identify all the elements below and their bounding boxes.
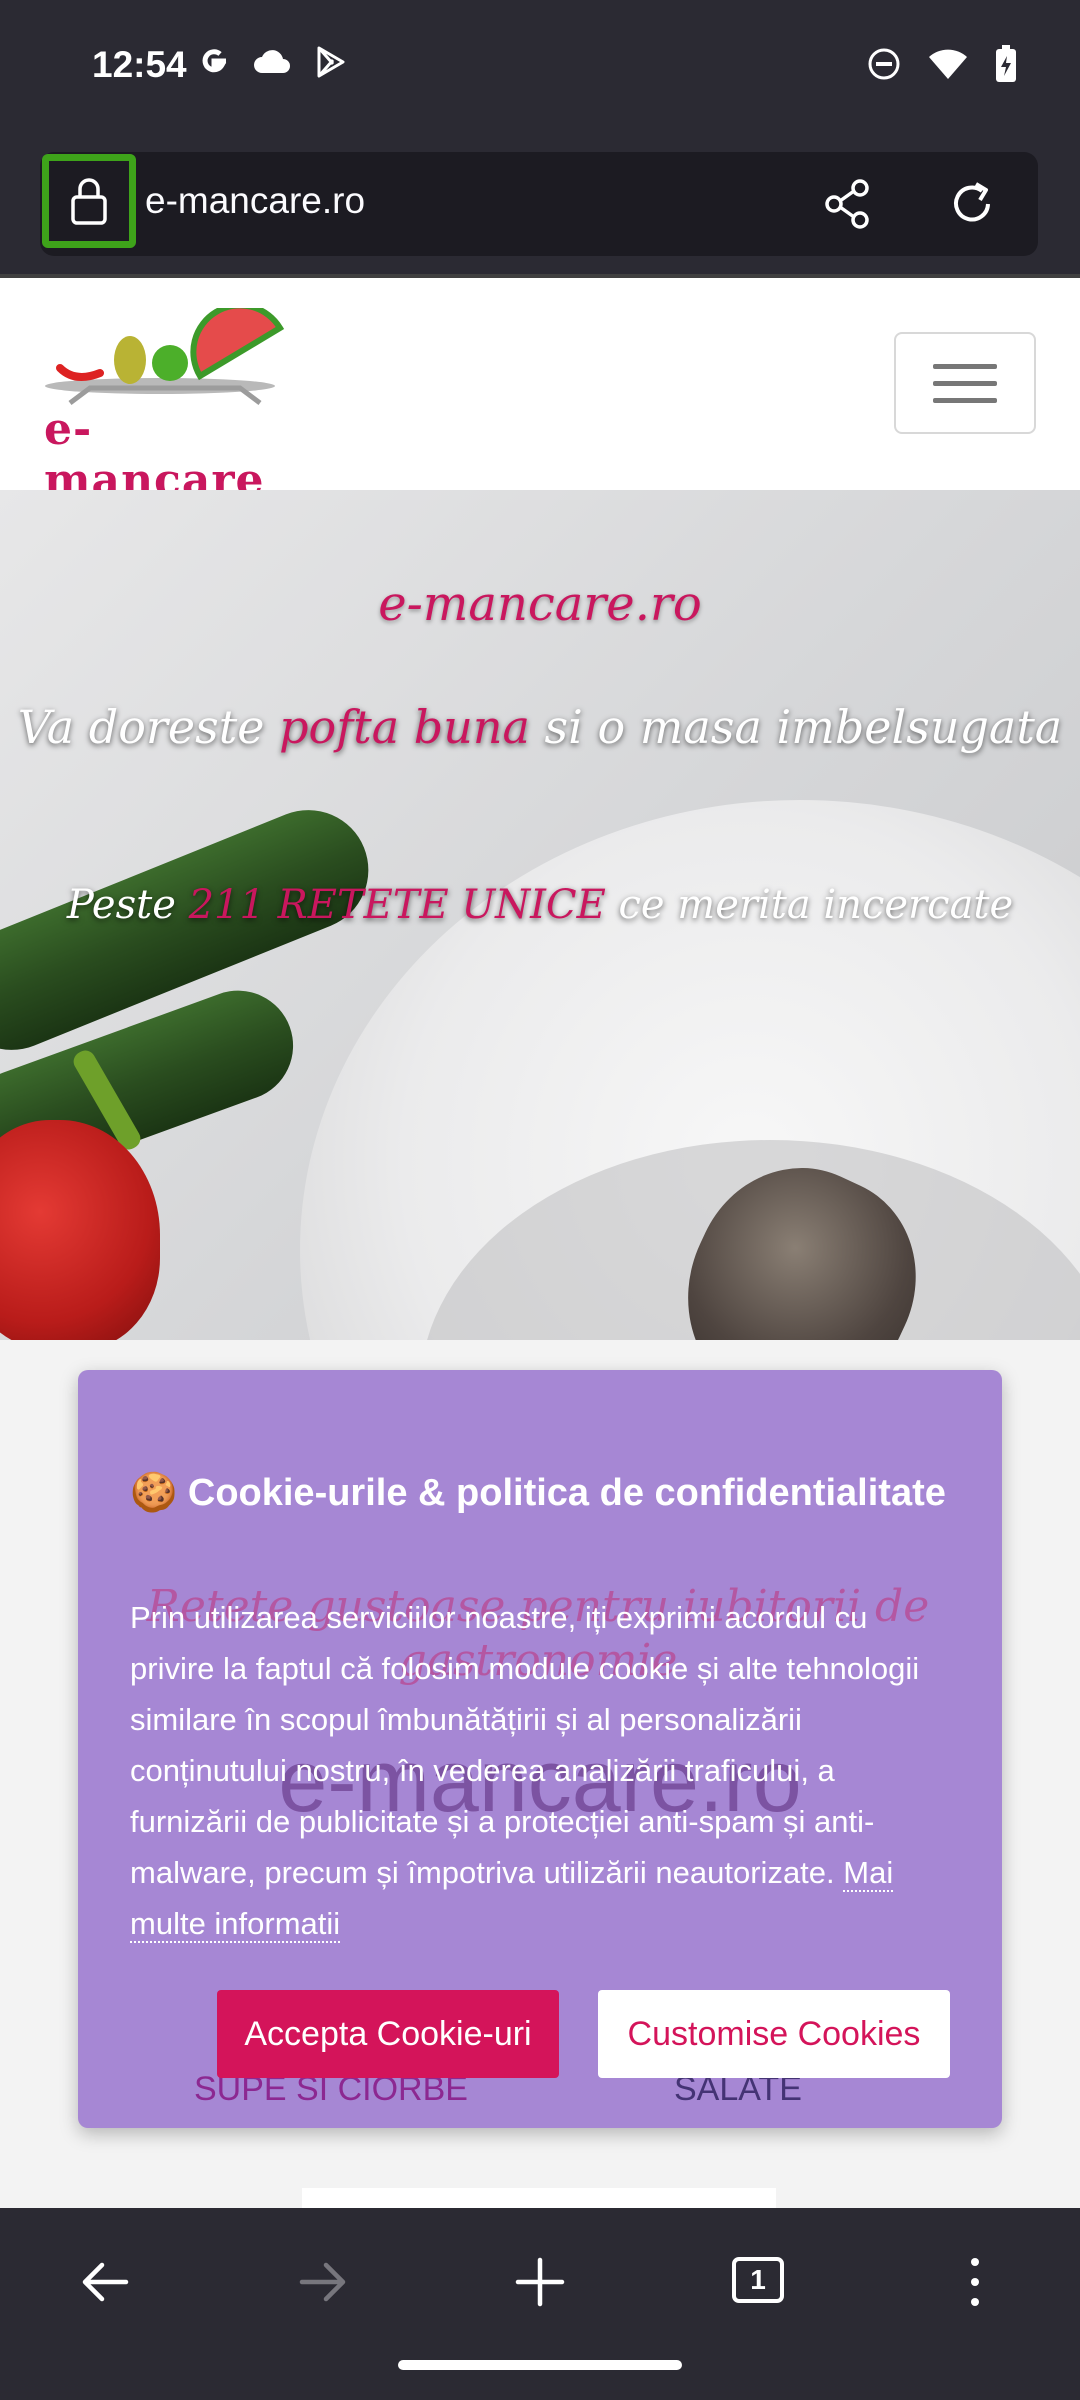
status-bar: 12:54 — [0, 0, 1080, 140]
hero-tagline-text: Va doreste — [17, 700, 280, 754]
hero-recipe-count: Peste 211 RETETE UNICE ce merita incerca… — [0, 882, 1080, 928]
pepper-image — [0, 1120, 160, 1340]
wifi-icon — [929, 49, 967, 79]
customise-cookies-button[interactable]: Customise Cookies — [598, 1990, 950, 2078]
browser-bottom-toolbar: 1 — [0, 2208, 1080, 2400]
more-icon[interactable] — [960, 2252, 990, 2312]
back-icon[interactable] — [78, 2252, 132, 2312]
forward-icon[interactable] — [296, 2252, 350, 2312]
url-text[interactable]: e-mancare.ro — [145, 180, 365, 222]
hero-tagline-accent: pofta buna — [279, 700, 530, 754]
status-time: 12:54 — [92, 44, 187, 85]
accept-cookies-button[interactable]: Accepta Cookie-uri — [217, 1990, 559, 2078]
new-tab-icon[interactable] — [512, 2252, 568, 2312]
cookie-body-text: Prin utilizarea serviciilor noastre, iți… — [130, 1600, 920, 1890]
cookie-consent-dialog: Retete gustoase pentru iubitorii de gast… — [78, 1370, 1002, 2128]
site-header: e-mancare — [0, 278, 1080, 506]
status-system-icons — [866, 44, 1018, 84]
reload-icon[interactable] — [944, 176, 1000, 232]
tabs-count: 1 — [750, 2264, 766, 2295]
address-bar[interactable]: e-mancare.ro — [40, 152, 1038, 256]
play-store-icon — [317, 46, 345, 78]
cloud-icon — [254, 50, 290, 73]
hero-tagline-text: si o masa imbelsugata — [529, 700, 1063, 754]
lock-icon — [71, 178, 107, 225]
menu-line — [933, 397, 997, 403]
hero-count-accent: 211 RETETE UNICE — [188, 882, 606, 928]
gesture-navigation-bar[interactable] — [398, 2360, 682, 2370]
cookie-title: 🍪 Cookie-urile & politica de confidentia… — [130, 1472, 946, 1514]
site-security-button[interactable] — [42, 154, 136, 248]
share-icon[interactable] — [820, 176, 876, 232]
hero-count-text: Peste — [66, 882, 189, 928]
menu-line — [933, 380, 997, 386]
hamburger-menu-button[interactable] — [894, 332, 1036, 434]
tabs-button[interactable]: 1 — [730, 2252, 786, 2308]
hero-tagline: Va doreste pofta buna si o masa imbelsug… — [0, 700, 1080, 754]
status-notification-icons — [196, 44, 348, 80]
google-icon — [202, 49, 227, 73]
hero-banner: e-mancare.ro Va doreste pofta buna si o … — [0, 490, 1080, 1340]
hero-title: e-mancare.ro — [378, 576, 702, 632]
hero-count-text: ce merita incercate — [605, 882, 1014, 928]
menu-line — [933, 363, 997, 369]
do-not-disturb-icon — [868, 48, 900, 80]
battery-charging-icon — [996, 45, 1016, 82]
site-logo[interactable]: e-mancare — [40, 308, 310, 506]
content-card-edge — [302, 2188, 776, 2208]
cookie-body: Prin utilizarea serviciilor noastre, iți… — [130, 1592, 960, 1949]
logo-fruit-plate-icon — [45, 308, 285, 405]
